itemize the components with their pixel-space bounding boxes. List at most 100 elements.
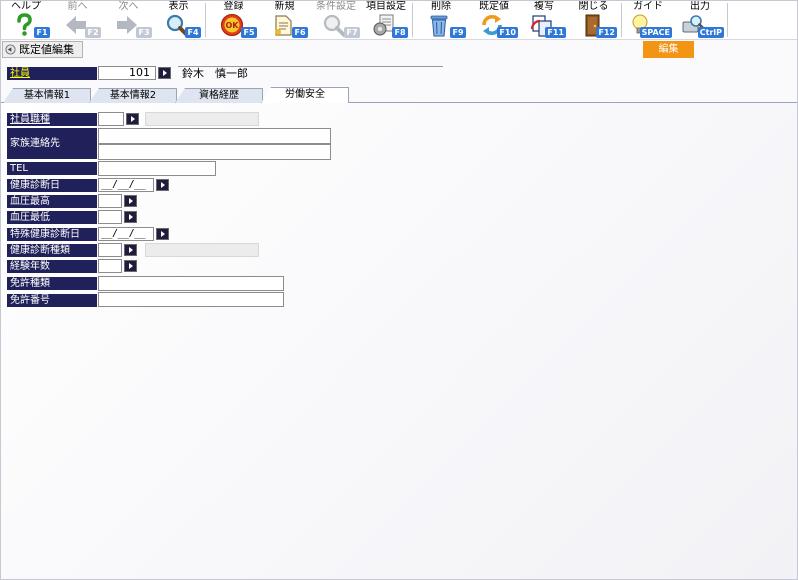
bp-high-input[interactable] — [98, 194, 122, 208]
condition-settings-button[interactable]: 条件設定 F7 — [310, 0, 362, 40]
help-label: ヘルプ — [11, 1, 41, 12]
output-button[interactable]: 出力 CtrlP — [674, 0, 726, 40]
experience-years-input[interactable] — [98, 259, 122, 273]
fkey-f11: F11 — [545, 27, 566, 38]
next-button[interactable]: 次へ F3 — [103, 0, 154, 40]
occupation-code-input[interactable] — [98, 112, 124, 126]
employee-code-input[interactable]: 101 — [98, 66, 156, 80]
arrow-left-icon — [65, 16, 86, 34]
health-check-type-code-input[interactable] — [98, 243, 122, 257]
experience-years-select-button[interactable] — [124, 260, 137, 272]
guide-button[interactable]: ガイド SPACE — [622, 0, 674, 40]
tel-input[interactable] — [98, 161, 216, 176]
health-check-date-label: 健康診断日 — [7, 179, 97, 192]
guide-label: ガイド — [633, 1, 663, 12]
tab-label: 労働安全 — [285, 89, 325, 100]
copy-label: 複写 — [534, 1, 554, 12]
fkey-f10: F10 — [497, 27, 518, 38]
fkey-f5: F5 — [241, 27, 257, 38]
prev-label: 前へ — [67, 1, 88, 12]
tab-label: 資格経歴 — [199, 90, 239, 101]
license-number-input[interactable] — [98, 292, 284, 307]
close-label: 閉じる — [578, 1, 609, 12]
experience-years-label: 経験年数 — [7, 260, 97, 273]
fkey-f3: F3 — [136, 27, 152, 38]
tab-qualifications[interactable]: 資格経歴 — [175, 88, 263, 103]
fkey-f2: F2 — [85, 27, 101, 38]
fkey-f12: F12 — [596, 27, 617, 38]
close-button[interactable]: 閉じる F12 — [568, 0, 619, 40]
fkey-f9: F9 — [450, 27, 466, 38]
help-button[interactable]: ヘルプ F1 — [0, 0, 52, 40]
view-label: 表示 — [168, 1, 189, 12]
bp-high-label: 血圧最高 — [7, 195, 97, 208]
occupation-select-button[interactable] — [126, 113, 139, 125]
toolbar-separator — [727, 3, 728, 37]
employee-name: 鈴木 慎一郎 — [182, 67, 248, 80]
next-label: 次へ — [118, 1, 139, 12]
back-circle-icon — [5, 44, 16, 55]
bp-low-label: 血圧最低 — [7, 211, 97, 224]
fkey-ctrlp: CtrlP — [697, 27, 724, 38]
special-check-date-calendar-button[interactable] — [156, 228, 169, 240]
health-check-date-calendar-button[interactable] — [156, 179, 169, 191]
fkey-f8: F8 — [392, 27, 408, 38]
prev-button[interactable]: 前へ F2 — [52, 0, 103, 40]
health-check-date-input[interactable]: __/__/__ — [98, 178, 154, 192]
bp-low-input[interactable] — [98, 210, 122, 224]
status-badge: 編集 — [643, 41, 694, 58]
register-label: 登録 — [223, 1, 244, 12]
delete-label: 削除 — [431, 1, 451, 12]
license-type-input[interactable] — [98, 276, 284, 291]
arrow-right-icon — [116, 16, 137, 34]
toolbar: ヘルプ F1 前へ F2 次へ F3 表示 F4 登録 OK F5 新規 F6 … — [0, 0, 798, 40]
fkey-f7: F7 — [344, 27, 360, 38]
license-type-label: 免許種類 — [7, 277, 97, 290]
default-value-button[interactable]: 既定値 F10 — [468, 0, 520, 40]
new-button[interactable]: 新規 F6 — [259, 0, 310, 40]
special-check-date-label: 特殊健康診断日 — [7, 228, 97, 241]
occupation-label-link[interactable]: 社員職種 — [7, 113, 97, 126]
svg-text:OK: OK — [225, 21, 239, 30]
item-settings-label: 項目設定 — [366, 1, 406, 12]
license-number-label: 免許番号 — [7, 294, 97, 307]
ok-icon: OK — [220, 13, 243, 37]
new-document-icon — [274, 15, 292, 36]
family-contact-input-2[interactable] — [98, 144, 331, 160]
tab-label: 基本情報1 — [23, 90, 71, 101]
item-settings-button[interactable]: 項目設定 F8 — [362, 0, 410, 40]
default-value-edit-button[interactable]: 既定値編集 — [2, 41, 83, 58]
bp-high-select-button[interactable] — [124, 195, 137, 207]
new-label: 新規 — [274, 1, 295, 12]
default-value-label: 既定値 — [479, 1, 509, 12]
fkey-f1: F1 — [34, 27, 50, 38]
bp-low-select-button[interactable] — [124, 211, 137, 223]
help-icon — [17, 13, 32, 36]
special-check-date-input[interactable]: __/__/__ — [98, 227, 154, 241]
view-button[interactable]: 表示 F4 — [154, 0, 203, 40]
tab-basic-info-1[interactable]: 基本情報1 — [3, 88, 91, 103]
condition-settings-label: 条件設定 — [316, 1, 356, 12]
fkey-f4: F4 — [185, 27, 201, 38]
employee-underline — [178, 66, 443, 67]
health-check-type-select-button[interactable] — [124, 244, 137, 256]
family-contact-label: 家族連絡先 — [7, 128, 97, 159]
health-check-type-label: 健康診断種類 — [7, 244, 97, 257]
register-button[interactable]: 登録 OK F5 — [208, 0, 259, 40]
copy-button[interactable]: 複写 F11 — [520, 0, 568, 40]
output-label: 出力 — [690, 1, 710, 12]
fkey-f6: F6 — [292, 27, 308, 38]
tab-label: 基本情報2 — [109, 90, 157, 101]
page-title: 既定値編集 — [19, 43, 74, 56]
tab-basic-info-2[interactable]: 基本情報2 — [89, 88, 177, 103]
employee-select-button[interactable] — [158, 67, 171, 79]
delete-button[interactable]: 削除 F9 — [414, 0, 468, 40]
tel-label: TEL — [7, 162, 97, 175]
family-contact-input-1[interactable] — [98, 128, 331, 144]
toolbar-separator — [205, 3, 206, 37]
occupation-name-display — [145, 112, 259, 126]
employee-label-link[interactable]: 社員 — [7, 67, 97, 80]
trash-icon — [430, 15, 448, 37]
tab-labor-safety[interactable]: 労働安全 — [261, 87, 349, 103]
condition-magnifier-icon — [323, 14, 346, 37]
